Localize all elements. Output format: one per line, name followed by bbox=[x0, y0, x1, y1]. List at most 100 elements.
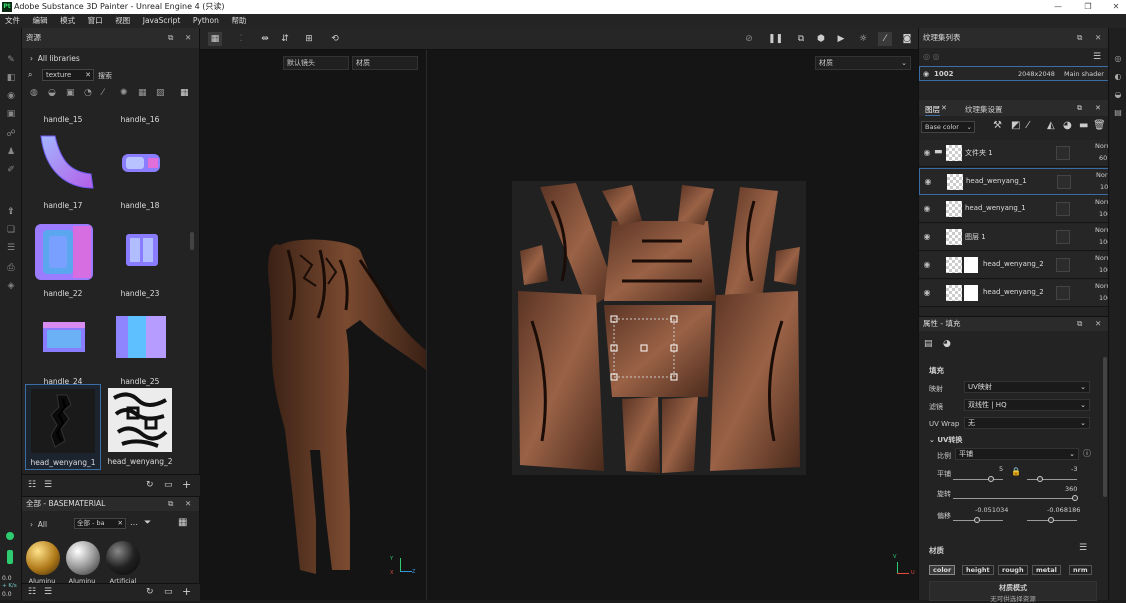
layer-mask-slot[interactable] bbox=[1056, 202, 1070, 216]
symmetry-grid-icon[interactable]: ⁚ bbox=[234, 32, 248, 46]
assets-panel-icon[interactable]: ⇪ bbox=[5, 206, 17, 218]
effects-icon[interactable]: ⚒ bbox=[993, 120, 1002, 131]
close-panel-icon[interactable]: ✕ bbox=[1095, 317, 1101, 331]
asset-item[interactable]: handle_16 bbox=[104, 112, 176, 124]
channel-nrm[interactable]: nrm bbox=[1069, 565, 1092, 575]
tile-slider-2-knob[interactable] bbox=[1037, 476, 1043, 482]
channel-height[interactable]: height bbox=[962, 565, 994, 575]
properties-scrollbar[interactable] bbox=[1103, 357, 1107, 497]
history-panel-icon[interactable]: ☰ bbox=[5, 242, 17, 254]
menu-icon[interactable]: ☰ bbox=[1093, 52, 1101, 62]
asset-item[interactable]: handle_25 bbox=[104, 308, 176, 386]
symmetry-icon[interactable]: ⇹ bbox=[258, 32, 272, 46]
menu-window[interactable]: 窗口 bbox=[83, 14, 108, 28]
add-asset-icon[interactable]: + bbox=[182, 585, 191, 598]
layer-row[interactable]: ◉ head_wenyang_1 Norm 100 bbox=[919, 196, 1119, 223]
float-panel-icon[interactable]: ⧉ bbox=[1077, 104, 1082, 113]
maximize-icon[interactable]: ❐ bbox=[1080, 0, 1096, 14]
picker-tool-icon[interactable]: ✐ bbox=[5, 164, 17, 176]
filter-particles-icon[interactable]: ✺ bbox=[120, 88, 128, 98]
minimize-icon[interactable]: — bbox=[1050, 0, 1066, 14]
viewport-3d[interactable]: 默认镜头 材质 Y X Z bbox=[200, 50, 426, 600]
texture-set-row[interactable]: ◉ 1002 2048x2048 Main shader bbox=[919, 66, 1109, 81]
asset-item[interactable]: handle_23 bbox=[104, 220, 176, 298]
refresh-icon[interactable]: ↻ bbox=[146, 480, 154, 490]
mirror-icon[interactable]: ⇵ bbox=[278, 32, 292, 46]
list-view-icon[interactable]: ☷ bbox=[28, 480, 36, 490]
visibility-icon[interactable]: ◎ ◎ bbox=[923, 52, 940, 61]
channel-select[interactable]: Base color ⌄ bbox=[921, 121, 975, 133]
close-panel-icon[interactable]: ✕ bbox=[185, 28, 191, 48]
clone-tool-icon[interactable]: ♟ bbox=[5, 146, 17, 158]
add-paint-layer-icon[interactable]: ⁄ bbox=[1027, 120, 1029, 131]
eye-icon[interactable]: ◉ bbox=[923, 70, 929, 78]
brush-mode-icon[interactable]: ⁄ bbox=[878, 32, 892, 46]
tree-view-icon[interactable]: ☰ bbox=[44, 587, 52, 597]
refresh-icon[interactable]: ↻ bbox=[146, 587, 154, 597]
eye-icon[interactable]: ◉ bbox=[923, 177, 933, 187]
assets-scrollbar[interactable] bbox=[190, 232, 194, 250]
layer-row[interactable]: ◉ head_wenyang_2 Norm 100 bbox=[919, 280, 1119, 307]
material-thumbnail[interactable] bbox=[106, 541, 140, 575]
tab-layers[interactable]: 图层 bbox=[925, 104, 940, 116]
filter-materials-icon[interactable]: ◍ bbox=[30, 88, 38, 98]
uvwrap-select[interactable]: 无 ⌄ bbox=[964, 417, 1090, 429]
asset-item[interactable]: handle_24 bbox=[27, 308, 99, 386]
log-icon[interactable]: ▤ bbox=[1113, 108, 1123, 118]
menu-mode[interactable]: 模式 bbox=[55, 14, 80, 28]
close-panel-icon[interactable]: ✕ bbox=[185, 497, 191, 511]
filter-brushes-icon[interactable]: ⁄ bbox=[102, 88, 104, 98]
pause-icon[interactable]: ❚❚ bbox=[768, 32, 783, 46]
float-panel-icon[interactable]: ⧉ bbox=[168, 497, 173, 511]
lock-icon[interactable]: 🔒 bbox=[1011, 467, 1021, 476]
asset-item[interactable]: handle_22 bbox=[27, 220, 99, 298]
filter-icon[interactable]: ⏷ bbox=[144, 518, 151, 528]
menu-view[interactable]: 视图 bbox=[110, 14, 135, 28]
texture-set-panel-icon[interactable]: ◎ bbox=[1113, 54, 1123, 64]
close-panel-icon[interactable]: ✕ bbox=[1095, 104, 1101, 112]
search-input[interactable]: texture ✕ bbox=[42, 69, 94, 81]
frame-icon[interactable]: ⊞ bbox=[302, 32, 316, 46]
menu-javascript[interactable]: JavaScript bbox=[138, 14, 186, 28]
material-properties-icon[interactable]: ◕ bbox=[943, 339, 951, 349]
layer-mask-slot[interactable] bbox=[1056, 258, 1070, 272]
uv-texture-sheet[interactable] bbox=[512, 181, 806, 475]
polygon-fill-icon[interactable]: ▣ bbox=[5, 108, 17, 120]
layer-mask-slot[interactable] bbox=[1056, 146, 1070, 160]
material-mode-box[interactable]: 材质模式 无可供选择资源 bbox=[929, 581, 1097, 603]
float-panel-icon[interactable]: ⧉ bbox=[168, 28, 173, 48]
cube-icon[interactable]: ⬢ bbox=[814, 32, 828, 46]
info-icon[interactable]: ⓘ bbox=[1083, 448, 1091, 459]
close-icon[interactable]: ✕ bbox=[1108, 0, 1124, 14]
smudge-tool-icon[interactable]: ☍ bbox=[5, 128, 17, 140]
tile-slider-1-knob[interactable] bbox=[988, 476, 994, 482]
material-thumbnail[interactable] bbox=[26, 541, 60, 575]
material-search-input[interactable]: 全部 - ba ✕ bbox=[74, 518, 126, 529]
add-mask-icon[interactable]: ◩ bbox=[1011, 120, 1020, 131]
mapping-select[interactable]: UV映射 ⌄ bbox=[964, 381, 1090, 393]
search-button[interactable]: 搜索 bbox=[98, 71, 112, 81]
layer-row[interactable]: ◉ head_wenyang_1 Norm 100 bbox=[919, 168, 1119, 195]
clear-search-icon[interactable]: ✕ bbox=[85, 70, 91, 80]
list-view-icon[interactable]: ☷ bbox=[28, 587, 36, 597]
tile-slider-1[interactable] bbox=[953, 479, 1003, 480]
filter-select[interactable]: 双线性 | HQ ⌄ bbox=[964, 399, 1090, 411]
eye-icon[interactable]: ◉ bbox=[922, 232, 932, 242]
rotation-slider-knob[interactable] bbox=[1072, 495, 1078, 501]
tab-texture-set-settings[interactable]: 纹理集设置 bbox=[965, 104, 1003, 115]
add-asset-icon[interactable]: + bbox=[182, 478, 191, 491]
menu-help[interactable]: 帮助 bbox=[226, 14, 251, 28]
display-panel-icon[interactable]: ◈ bbox=[5, 280, 17, 292]
layer-row[interactable]: ◉ head_wenyang_2 Norm 100 bbox=[919, 252, 1119, 279]
history-icon[interactable]: ⟲ bbox=[328, 32, 342, 46]
add-fill-layer-icon[interactable]: ◭ bbox=[1047, 120, 1055, 131]
asset-item[interactable]: head_wenyang_2 bbox=[104, 388, 176, 466]
uv-transform-section[interactable]: ⌄ UV转换 bbox=[929, 435, 962, 445]
grid-snap-icon[interactable]: ▦ bbox=[208, 32, 222, 46]
asset-item-selected[interactable]: head_wenyang_1 bbox=[25, 384, 101, 470]
filter-smart-materials-icon[interactable]: ◒ bbox=[48, 88, 56, 98]
channel-metal[interactable]: metal bbox=[1032, 565, 1061, 575]
filter-procedurals-icon[interactable]: ◔ bbox=[84, 88, 92, 98]
offset-slider-2-knob[interactable] bbox=[1048, 517, 1054, 523]
layer-row[interactable]: ◉ 图层 1 Norm 100 bbox=[919, 224, 1119, 251]
